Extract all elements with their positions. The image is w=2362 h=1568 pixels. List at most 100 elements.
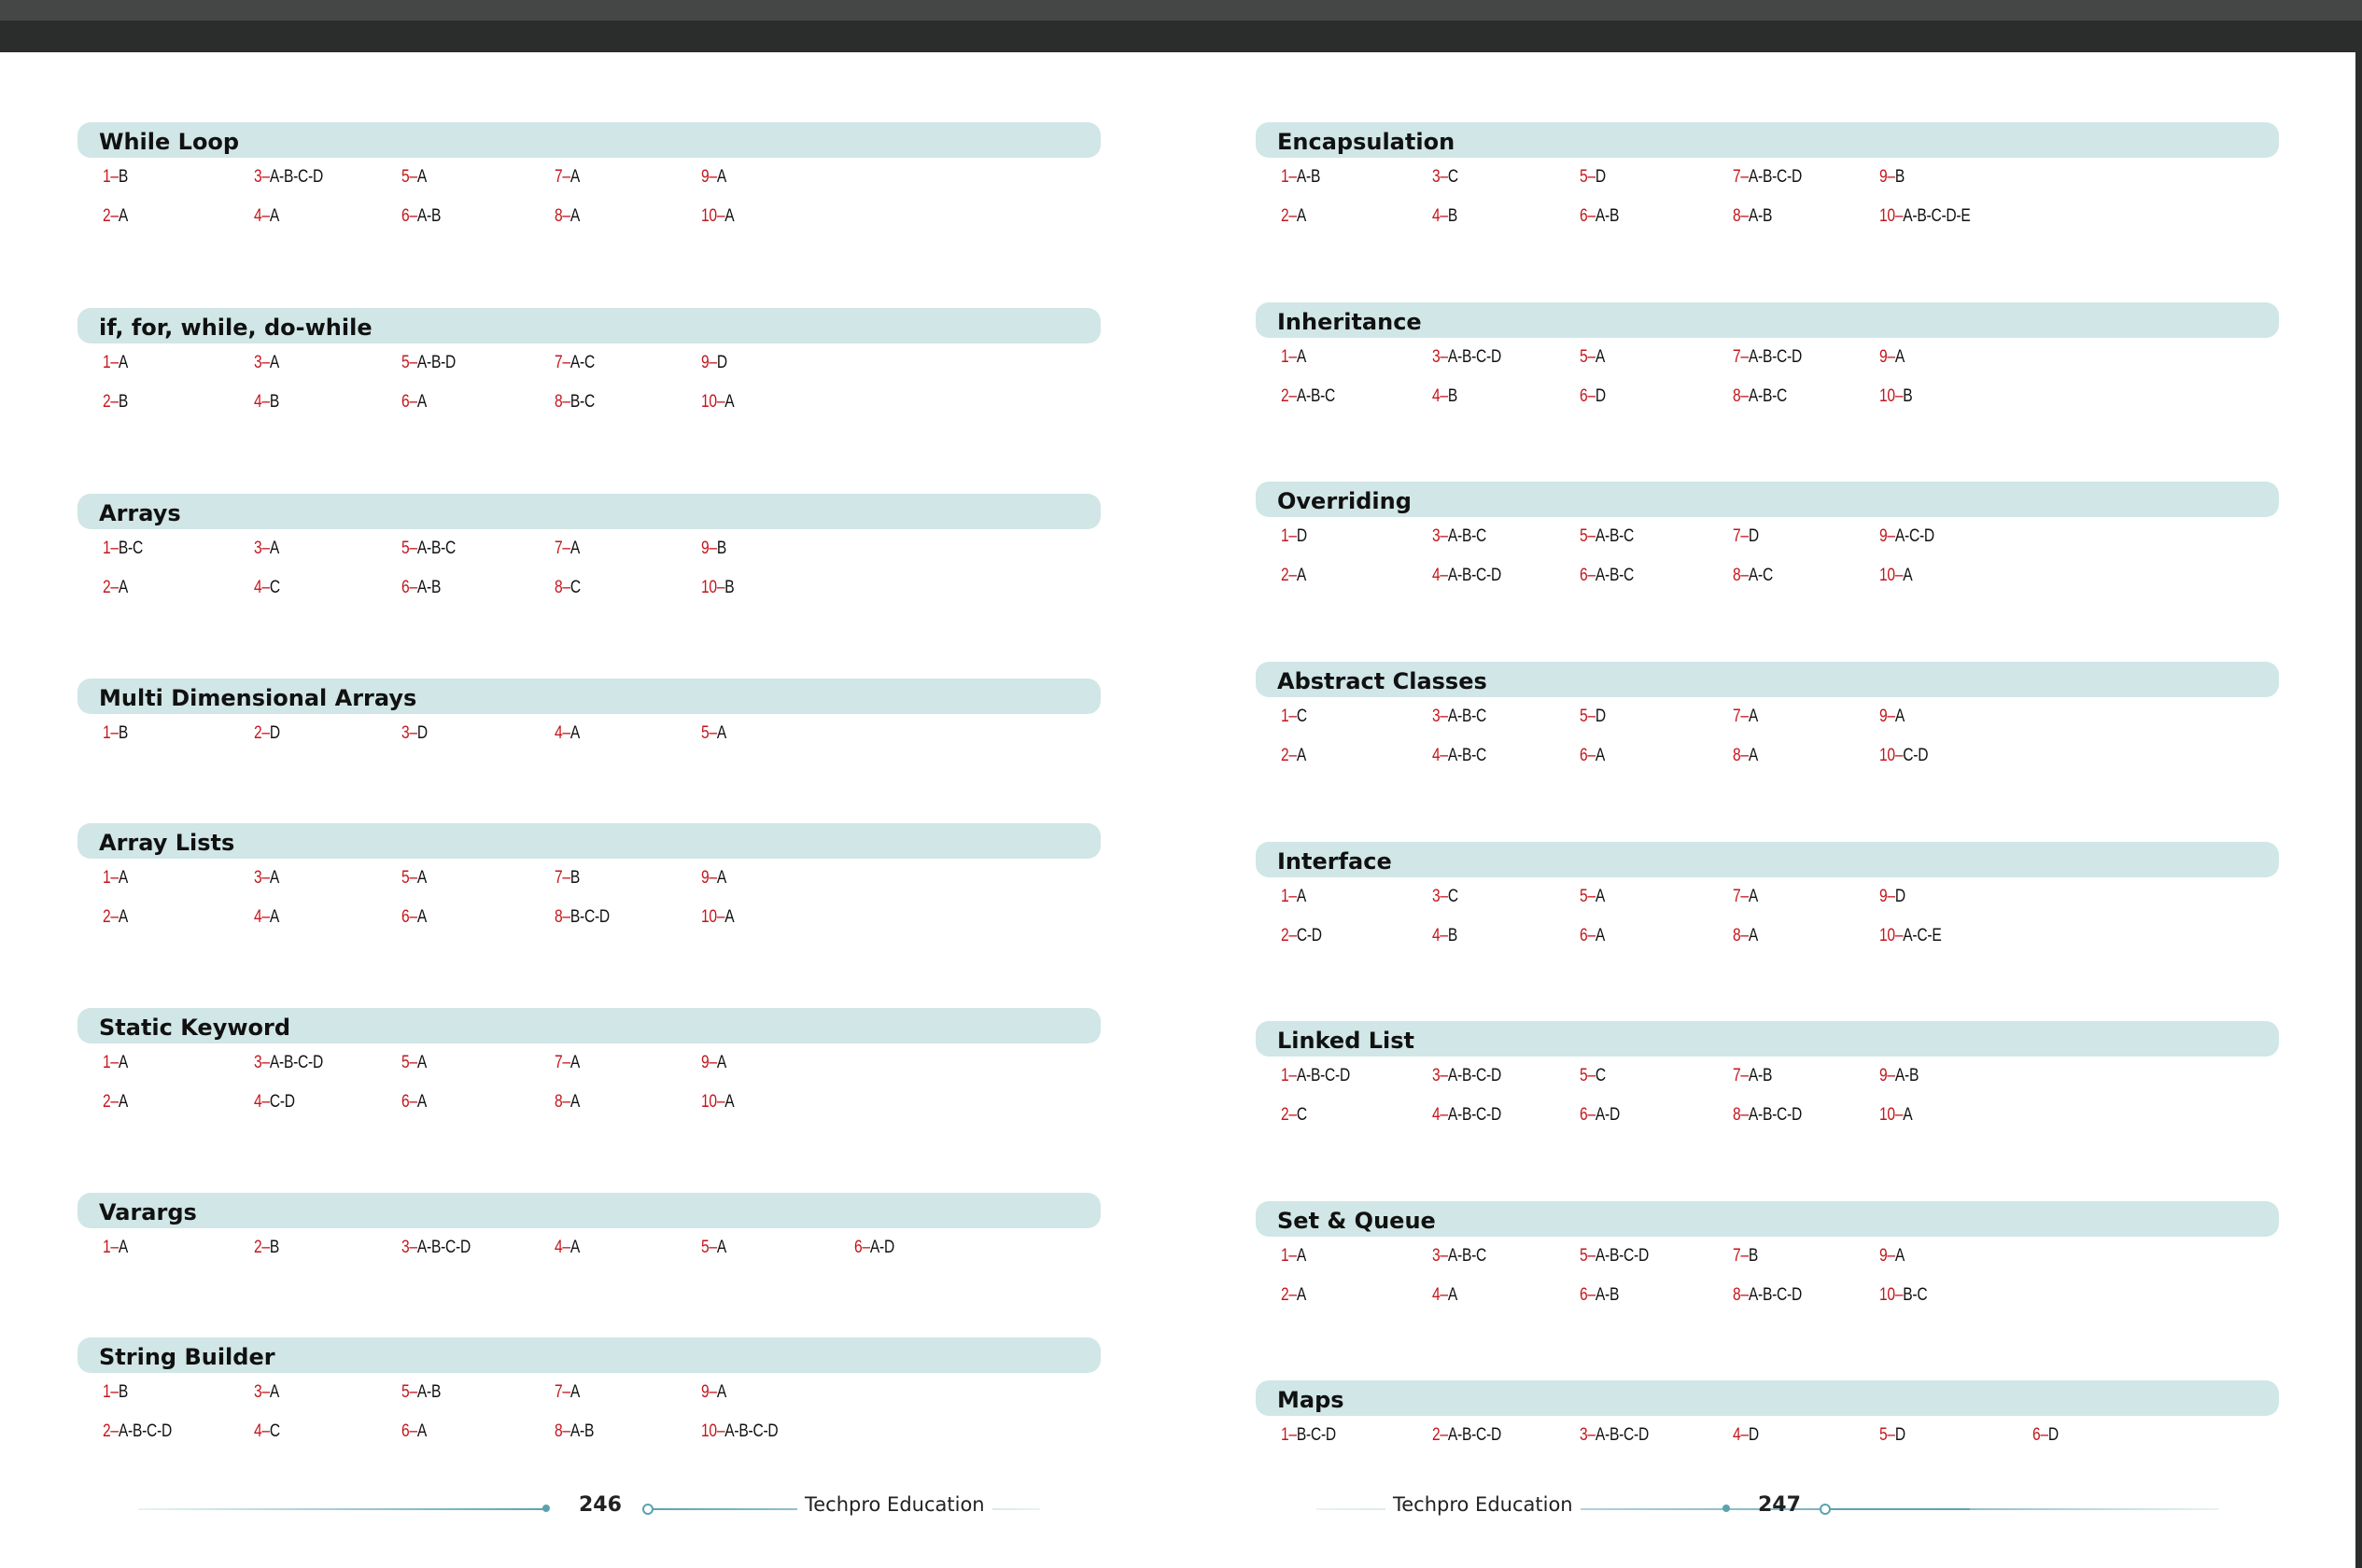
answer-row: 1–B-C-D 2–A-B-C-D 3–A-B-C-D 4–D 5–D 6–D (1256, 1416, 2279, 1455)
answer-key: A-B (1748, 1066, 1773, 1085)
answer-item: 10–A (701, 1083, 735, 1122)
answer-key: C (269, 578, 280, 597)
answer-separator: – (1740, 1066, 1749, 1085)
answer-item: 9–A-C-D (1879, 517, 1934, 556)
answer-separator: – (1887, 707, 1895, 726)
answer-item: 4–B (1432, 377, 1457, 416)
answer-key: A-B-C-D (1748, 167, 1802, 187)
answer-separator: – (1288, 206, 1297, 226)
answer-item: 9–A-B (1879, 1057, 1919, 1096)
answer-separator: – (1440, 746, 1448, 765)
answer-separator: – (261, 167, 270, 187)
page-number: 247 (1758, 1493, 1801, 1517)
answer-item: 2–C (1281, 1096, 1307, 1135)
answer-key: C-D (269, 1092, 295, 1112)
question-number: 9 (701, 167, 710, 187)
answer-item: 8–C (555, 568, 581, 608)
section-title: Inheritance (1256, 302, 2279, 338)
answer-key: A (118, 868, 129, 888)
answer-key: A (416, 167, 428, 187)
answer-key: B (1748, 1246, 1759, 1266)
answer-item: 4–A (555, 1228, 580, 1267)
question-number: 2 (103, 1421, 111, 1441)
answer-key: A (1296, 746, 1307, 765)
answer-section: Abstract Classes 1–C 3–A-B-C 5–D 7–A 9–A 2–A 4–… (1256, 662, 2279, 776)
answer-item: 3–A-B-C-D (401, 1228, 471, 1267)
answer-separator: – (562, 539, 570, 558)
answer-separator: – (1894, 926, 1904, 945)
question-number: 4 (555, 1238, 563, 1257)
answer-key: D (1595, 386, 1606, 406)
answer-item: 5–A (701, 714, 726, 753)
answer-item: 1–A (1281, 877, 1306, 917)
answer-separator: – (110, 723, 119, 743)
question-number: 3 (254, 539, 262, 558)
answer-item: 4–C (254, 1412, 280, 1451)
answer-item: 1–B-C-D (1281, 1416, 1336, 1455)
answer-key: D (1894, 887, 1905, 906)
question-number: 5 (401, 1382, 410, 1402)
answer-key: A (416, 868, 428, 888)
question-number: 1 (1281, 347, 1289, 367)
answer-item: 8–A (1733, 736, 1758, 776)
answer-separator: – (1288, 1285, 1297, 1305)
question-number: 1 (1281, 707, 1289, 726)
answer-item: 1–D (1281, 517, 1307, 556)
section-title: Maps (1256, 1380, 2279, 1416)
answer-item: 1–B (103, 158, 128, 197)
answer-separator: – (1740, 707, 1749, 726)
answer-item: 3–A-B-C (1432, 1237, 1486, 1276)
question-number: 8 (1733, 746, 1741, 765)
answer-item: 1–A (1281, 338, 1306, 377)
answer-item: 3–A-B-C-D (1432, 1057, 1501, 1096)
question-number: 3 (1432, 707, 1441, 726)
answer-row: 2–A 4–A-B-C 6–A 8–A 10–C-D (1256, 736, 2279, 776)
section-title: if, for, while, do-while (77, 308, 1101, 343)
answer-item: 7–A (1733, 697, 1758, 736)
answer-key: A-B-C-D (1447, 1066, 1501, 1085)
question-number: 3 (254, 167, 262, 187)
answer-item: 2–D (254, 714, 280, 753)
answer-separator: – (110, 1382, 119, 1402)
answer-item: 7–A (1733, 877, 1758, 917)
answer-separator: – (261, 723, 270, 743)
question-number: 6 (1580, 1285, 1588, 1305)
answer-item: 9–A (1879, 338, 1905, 377)
answer-key: B (269, 392, 280, 412)
answer-key: C (1296, 707, 1307, 726)
question-number: 9 (1879, 707, 1888, 726)
answer-separator: – (562, 206, 570, 226)
question-number: 3 (1432, 1066, 1441, 1085)
answer-item: 9–A (701, 1373, 726, 1412)
question-number: 9 (1879, 887, 1888, 906)
answer-item: 10–A-B-C-D-E (1879, 197, 1971, 236)
answer-item: 9–B (701, 529, 726, 568)
answer-separator: – (409, 1092, 417, 1112)
question-number: 2 (1281, 1105, 1289, 1125)
answer-key: A (716, 1053, 727, 1072)
answer-separator: – (409, 1053, 417, 1072)
answer-key: A-B (416, 206, 442, 226)
question-number: 10 (1879, 746, 1895, 765)
answer-separator: – (1894, 746, 1904, 765)
question-number: 4 (1432, 566, 1441, 585)
answer-separator: – (1288, 746, 1297, 765)
answer-key: D (1595, 167, 1606, 187)
question-number: 5 (1580, 1246, 1588, 1266)
answer-key: A (1903, 566, 1913, 585)
answer-separator: – (1740, 167, 1749, 187)
question-number: 10 (701, 1421, 717, 1441)
section-title: Linked List (1256, 1021, 2279, 1057)
answer-item: 5–D (1879, 1416, 1905, 1455)
answer-separator: – (716, 907, 725, 927)
question-number: 6 (1580, 566, 1588, 585)
answer-key: A-B-C-D (1748, 1105, 1802, 1125)
answer-section: Overriding 1–D 3–A-B-C 5–A-B-C 7–D 9–A-C-D 2–A… (1256, 482, 2279, 595)
answer-key: B (1894, 167, 1905, 187)
answer-key: A (724, 206, 735, 226)
question-number: 1 (1281, 887, 1289, 906)
question-number: 8 (555, 1421, 563, 1441)
answer-key: B-C (569, 392, 595, 412)
answer-separator: – (1440, 926, 1448, 945)
answer-item: 8–B-C-D (555, 898, 610, 937)
